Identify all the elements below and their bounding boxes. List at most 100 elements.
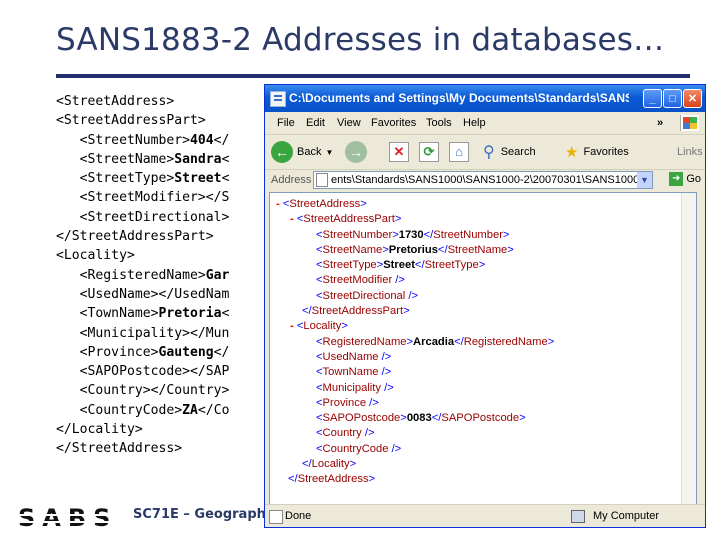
code-markup: </StreetAddress>	[56, 441, 183, 457]
vertical-scrollbar[interactable]	[681, 193, 696, 504]
code-value: Sandra	[174, 151, 222, 167]
xml-tag-name: RegisteredName	[463, 335, 548, 348]
code-markup: <UsedName></UsedNam	[56, 286, 230, 302]
code-markup: </StreetAddressPart>	[56, 229, 214, 245]
code-line: <StreetNumber>404</	[56, 131, 230, 150]
xml-markup: >	[478, 259, 486, 272]
xml-line: <Province />	[276, 396, 554, 411]
menu-edit[interactable]: Edit	[306, 117, 325, 129]
back-arrow-icon: ←	[271, 141, 293, 163]
menu-view[interactable]: View	[337, 117, 361, 129]
xml-line: </Locality>	[276, 457, 554, 472]
menu-help[interactable]: Help	[463, 117, 486, 129]
refresh-button[interactable]: ⟳	[419, 140, 439, 164]
xml-document-icon	[270, 91, 286, 107]
xml-value: 0083	[406, 412, 432, 425]
xml-tag-name: TownName	[322, 366, 379, 379]
code-markup: <Province>	[56, 344, 159, 360]
code-line: <RegisteredName>Gar	[56, 266, 230, 285]
xml-markup: >	[403, 305, 410, 318]
xml-tag-name: StreetDirectional	[322, 289, 406, 302]
xml-markup: />	[392, 274, 405, 287]
status-text: Done	[285, 510, 312, 522]
xml-tag-name: StreetType	[322, 259, 377, 272]
code-markup: <StreetAddress>	[56, 94, 175, 109]
xml-markup: >	[341, 320, 348, 333]
links-label[interactable]: Links	[677, 140, 703, 164]
xml-markup: />	[378, 366, 392, 379]
xml-markup: </	[288, 473, 298, 486]
stop-button[interactable]: ✕	[389, 140, 409, 164]
xml-markup: </	[454, 335, 464, 348]
forward-button[interactable]: →	[345, 140, 367, 164]
window-title: C:\Documents and Settings\My Documents\S…	[289, 91, 629, 105]
dropdown-arrow-icon: ▼	[325, 147, 334, 157]
code-line: <CountryCode>ZA</Co	[56, 401, 230, 420]
code-line: <StreetModifier></S	[56, 188, 230, 207]
xml-line: <UsedName />	[276, 350, 554, 365]
security-zone: My Computer	[592, 510, 659, 522]
xml-markup: </	[431, 412, 442, 425]
go-button[interactable]: ➜ Go	[669, 172, 701, 186]
home-icon: ⌂	[449, 142, 469, 162]
code-markup: <RegisteredName>	[56, 267, 206, 283]
collapse-toggle[interactable]: -	[276, 198, 280, 210]
home-button[interactable]: ⌂	[449, 140, 469, 164]
minimize-button[interactable]: _	[643, 89, 662, 108]
code-line: </StreetAddress>	[56, 439, 229, 458]
collapse-toggle[interactable]: -	[290, 213, 294, 225]
search-button[interactable]: ⚲ Search	[483, 140, 536, 164]
xml-line: - <Locality>	[276, 319, 554, 334]
xml-tag-name: StreetType	[424, 259, 479, 272]
slide-title: SANS1883-2 Addresses in databases…	[56, 22, 665, 58]
close-button[interactable]: ✕	[683, 89, 702, 108]
menu-file[interactable]: File	[277, 117, 295, 129]
xml-markup: />	[361, 427, 375, 440]
xml-markup: >	[502, 228, 510, 241]
back-label: Back	[297, 146, 322, 158]
xml-viewer: - <StreetAddress> - <StreetAddressPart> <S…	[269, 192, 697, 505]
xml-tag-name: StreetAddress	[297, 473, 369, 486]
menu-tools[interactable]: Tools	[426, 117, 452, 129]
xml-markup: />	[366, 396, 379, 409]
xml-tag-name: StreetAddressPart	[311, 305, 404, 318]
back-button[interactable]: ← Back ▼	[271, 140, 333, 164]
xml-tag-name: Municipality	[322, 381, 381, 394]
title-underline	[56, 74, 690, 78]
code-value: Gauteng	[158, 344, 214, 360]
menu-chevron[interactable]: »	[657, 117, 663, 129]
code-markup: </	[213, 132, 230, 148]
xml-tag-name: StreetName	[322, 243, 383, 256]
code-line: <UsedName></UsedNam	[56, 285, 230, 304]
xml-tag-name: StreetNumber	[322, 228, 393, 241]
code-line: <StreetAddress>	[56, 92, 229, 111]
code-line: <SAPOPostcode></SAP	[56, 362, 230, 381]
collapse-toggle[interactable]: -	[290, 320, 294, 332]
code-line: <StreetAddressPart>	[56, 111, 229, 130]
xml-tag-name: Province	[322, 396, 367, 409]
address-input[interactable]: ents\Standards\SANS1000\SANS1000-2\20070…	[313, 171, 653, 189]
maximize-button[interactable]: □	[663, 89, 682, 108]
xml-value: Pretorius	[388, 243, 438, 256]
favorites-button[interactable]: ★ Favorites	[565, 140, 629, 164]
code-markup: <StreetName>	[56, 151, 175, 167]
xml-tag-name: SAPOPostcode	[441, 412, 520, 425]
xml-markup: </	[437, 243, 448, 256]
xml-markup: />	[405, 289, 418, 302]
address-label: Address	[271, 174, 312, 186]
xml-value: Street	[383, 259, 415, 272]
menu-favorites[interactable]: Favorites	[371, 117, 416, 129]
favorites-star-icon: ★	[565, 144, 579, 161]
chevron-down-icon[interactable]: ▼	[637, 172, 652, 188]
xml-line: <RegisteredName>Arcadia</RegisteredName>	[276, 335, 554, 350]
xml-code-listing: <StreetAddress> <StreetAddressPart> <Stre…	[56, 92, 229, 459]
stop-icon: ✕	[389, 142, 409, 162]
logo-quad	[690, 123, 697, 129]
toolbar: ← Back ▼ → ✕ ⟳ ⌂ ⚲ Search ★ Favorites Li…	[265, 135, 705, 170]
go-label: Go	[686, 172, 701, 185]
xml-markup: >	[349, 458, 357, 471]
xml-line: </StreetAddressPart>	[276, 304, 554, 319]
window-titlebar[interactable]: C:\Documents and Settings\My Documents\S…	[265, 85, 705, 112]
logo-stripe	[18, 521, 118, 523]
code-markup: <Municipality></Mun	[56, 325, 230, 341]
